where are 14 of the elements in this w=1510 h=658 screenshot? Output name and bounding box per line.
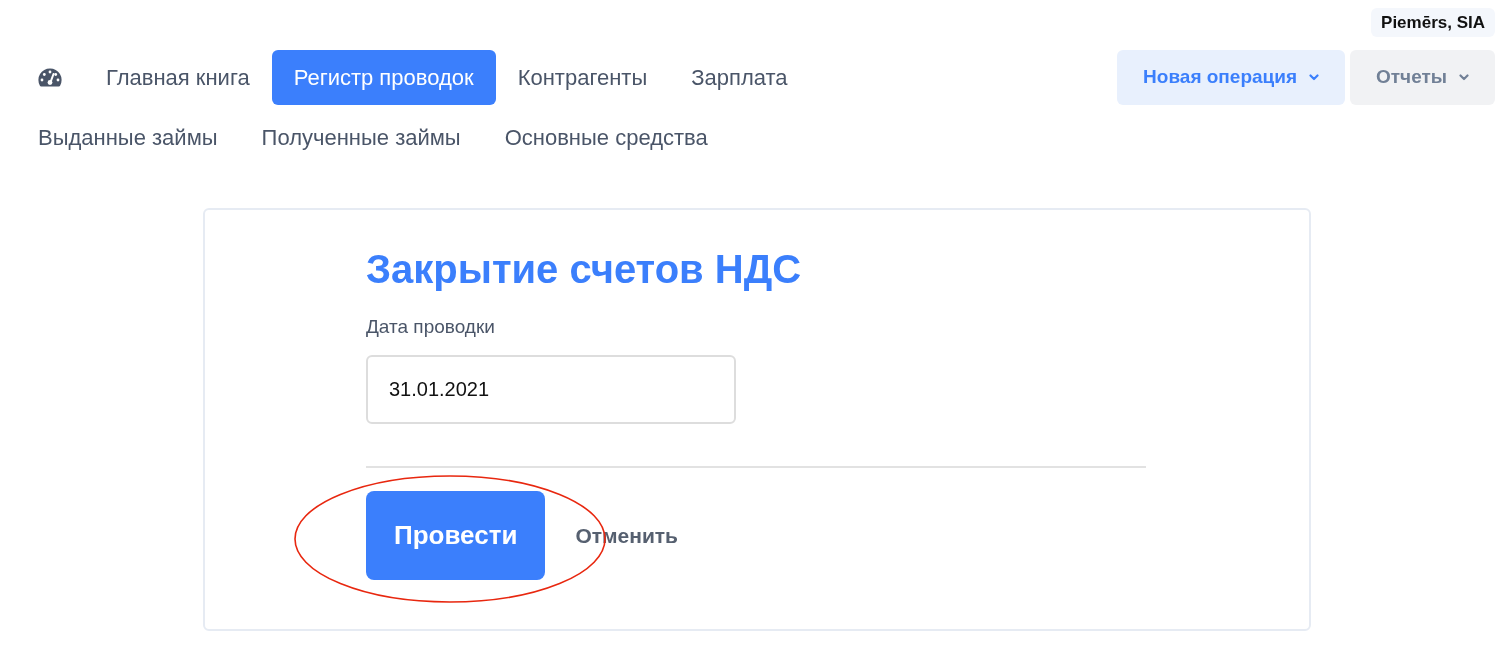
nav-tab[interactable]: Выданные займы <box>16 110 240 165</box>
submit-button[interactable]: Провести <box>366 491 546 580</box>
gauge-icon <box>38 68 62 87</box>
nav-tab[interactable]: Регистр проводок <box>271 50 496 105</box>
nav-tab[interactable]: Полученные займы <box>239 110 483 165</box>
field-label: Дата проводки <box>366 315 495 339</box>
nav-tab[interactable]: Основные средства <box>482 110 730 165</box>
nav-tab[interactable]: Главная книга <box>84 50 272 105</box>
nav-tab[interactable]: Контрагенты <box>495 50 670 105</box>
form-title: Закрытие счетов НДС <box>366 246 802 293</box>
company-name: Piemērs, SIA <box>1371 8 1495 37</box>
nav-tab[interactable]: Зарплата <box>669 50 810 105</box>
date-input[interactable]: 31.01.2021 <box>366 355 736 424</box>
dropdown-button[interactable]: Отчеты <box>1350 50 1495 105</box>
